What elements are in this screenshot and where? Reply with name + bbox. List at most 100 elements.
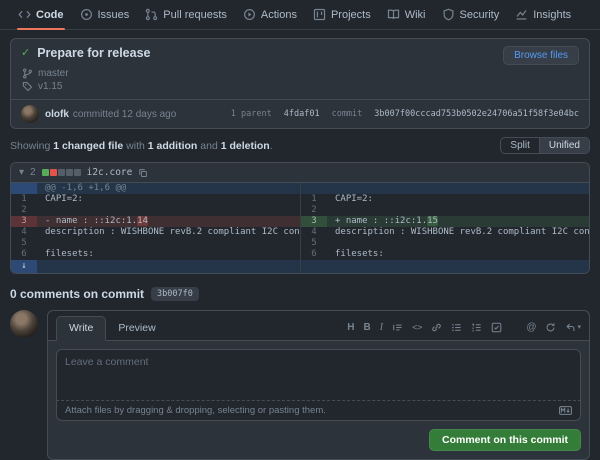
line-number[interactable]: 2 [11,205,37,216]
line-number[interactable]: 6 [301,249,327,260]
commit-title: Prepare for release [37,46,503,60]
branch-name[interactable]: master [38,68,69,79]
line-number[interactable]: 3 [301,216,327,227]
comment-textarea[interactable] [56,349,581,401]
code-line [37,205,300,216]
current-user-avatar[interactable] [10,310,38,338]
diff-changed-row: 3 - name : ::i2c:1.14 3 + name : ::i2c:1… [11,216,589,227]
hunk-header-text: @@ -1,6 +1,6 @@ [37,183,300,194]
expand-down-button[interactable]: ↓ [11,260,37,273]
comments-heading: 0 comments on commit 3b007f0 [10,287,590,301]
parent-hash[interactable]: 4fdaf01 [284,109,320,119]
line-number[interactable]: 1 [301,194,327,205]
heading-icon[interactable]: H [347,323,354,333]
diff-line-row: 6filesets: 6filesets: [11,249,589,260]
quote-icon[interactable] [392,322,403,333]
additions-count: 1 addition [148,140,198,152]
tab-security[interactable]: Security [434,0,508,30]
task-list-icon[interactable] [491,322,502,333]
bold-icon[interactable]: B [364,323,371,333]
attach-files-text: Attach files by dragging & dropping, sel… [65,405,326,416]
diff-summary-row: Showing 1 changed file with 1 addition a… [10,137,590,154]
diff-filename[interactable]: i2c.core [87,167,133,178]
code-line: description : WISHBONE revB.2 compliant … [37,227,300,238]
tag-name[interactable]: v1.15 [38,81,62,92]
line-number[interactable]: 5 [11,238,37,249]
code-icon[interactable]: <> [412,323,422,333]
changed-files-count: 1 changed file [53,140,123,152]
line-number[interactable]: 6 [11,249,37,260]
file-changes-count: 2 [30,167,36,178]
tab-label: Pull requests [163,9,227,21]
chevron-down-icon[interactable]: ▾ [19,167,24,178]
committed-ago-text: committed 12 days ago [73,109,176,120]
italic-icon[interactable]: I [380,323,383,333]
split-view-button[interactable]: Split [501,138,539,153]
unified-view-button[interactable]: Unified [540,138,589,153]
tab-code[interactable]: Code [10,0,72,30]
expand-diff-row: ↓ [11,260,589,273]
diff-line-row: 5 5 [11,238,589,249]
diff-file-box: ▾ 2 i2c.core @@ -1,6 +1,6 @@ 1CAPI=2: 1C… [10,162,590,274]
diff-line-row: 1CAPI=2: 1CAPI=2: [11,194,589,205]
shield-icon [442,8,455,21]
code-icon [18,8,31,21]
browse-files-button[interactable]: Browse files [503,46,579,65]
diff-line-row: 2 2 [11,205,589,216]
line-number[interactable]: 2 [301,205,327,216]
tab-preview[interactable]: Preview [106,317,167,340]
line-number[interactable]: 3 [11,216,37,227]
deletions-count: 1 deletion [221,140,270,152]
copy-icon[interactable] [138,168,148,178]
author-avatar[interactable] [21,105,39,123]
author-login[interactable]: olofk [45,109,69,120]
project-icon [313,8,326,21]
markdown-toolbar: H B I <> @ [347,322,581,340]
added-code-line: + name : ::i2c:1.15 [327,216,589,227]
attach-files-zone[interactable]: Attach files by dragging & dropping, sel… [56,400,581,421]
code-line [327,205,589,216]
tab-wiki[interactable]: Wiki [379,0,434,30]
diff-split-table: @@ -1,6 +1,6 @@ 1CAPI=2: 1CAPI=2: 2 2 3 … [11,183,589,273]
ordered-list-icon[interactable] [471,322,482,333]
comment-form-box: Write Preview H B I <> @ [47,310,590,460]
commit-short-hash-badge[interactable]: 3b007f0 [151,287,199,301]
tab-write[interactable]: Write [56,316,106,341]
tab-label: Actions [261,9,297,21]
unordered-list-icon[interactable] [451,322,462,333]
diff-file-header: ▾ 2 i2c.core [11,163,589,183]
book-icon [387,8,400,21]
tab-label: Wiki [405,9,426,21]
cross-reference-icon[interactable] [545,322,556,333]
code-line [327,238,589,249]
saved-replies-icon[interactable]: ▾ [565,322,581,333]
commit-hash-full: 3b007f00cccad753b0502e24706a51f58f3e04bc [374,109,579,119]
graph-icon [515,8,528,21]
line-number[interactable]: 1 [11,194,37,205]
repo-tab-nav: Code Issues Pull requests Actions Projec… [0,0,600,30]
tab-insights[interactable]: Insights [507,0,579,30]
link-icon[interactable] [431,322,442,333]
tab-projects[interactable]: Projects [305,0,379,30]
diff-line-row: 4description : WISHBONE revB.2 compliant… [11,227,589,238]
summary-text: Showing 1 changed file with 1 addition a… [10,140,273,152]
tab-pull-requests[interactable]: Pull requests [137,0,235,30]
line-number[interactable]: 4 [301,227,327,238]
code-line: CAPI=2: [37,194,300,205]
comment-submit-button[interactable]: Comment on this commit [429,429,581,451]
comment-form-body: Attach files by dragging & dropping, sel… [48,341,589,421]
code-line [37,238,300,249]
line-number[interactable]: 5 [301,238,327,249]
tab-issues[interactable]: Issues [72,0,138,30]
mention-icon[interactable]: @ [526,323,536,333]
tab-label: Security [460,9,500,21]
line-number[interactable]: 4 [11,227,37,238]
code-line: filesets: [37,249,300,260]
checks-passed-icon[interactable]: ✓ [21,46,30,59]
commit-hashes: 1 parent 4fdaf01 commit 3b007f00cccad753… [231,109,579,119]
tab-actions[interactable]: Actions [235,0,305,30]
expand-hunk-button[interactable] [11,183,37,194]
commit-header-box: ✓ Prepare for release Browse files maste… [10,38,590,129]
markdown-icon [559,406,572,415]
code-line: description : WISHBONE revB.2 compliant … [327,227,589,238]
